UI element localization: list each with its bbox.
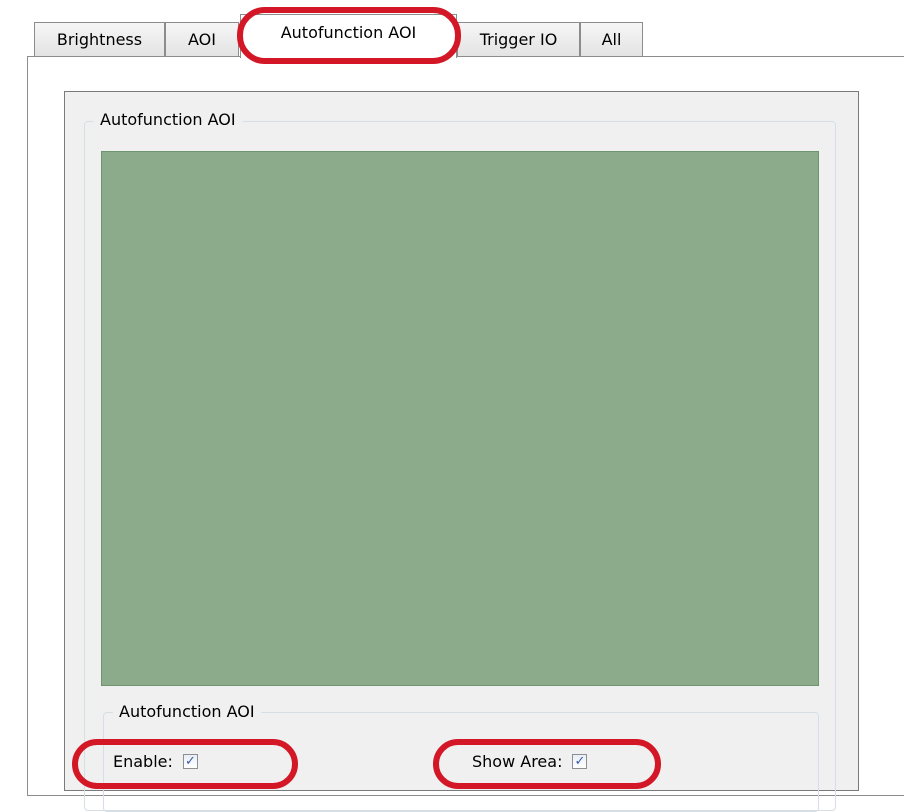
show-area-checkbox[interactable]: ✓ xyxy=(572,754,588,769)
settings-groupbox-title: Autofunction AOI xyxy=(113,702,261,722)
tab-label: Brightness xyxy=(56,30,143,49)
groupbox-title: Autofunction AOI xyxy=(94,110,242,130)
tab-label: Autofunction AOI xyxy=(280,23,417,42)
tab-autofunction-aoi[interactable]: Autofunction AOI xyxy=(240,14,457,58)
tab-aoi[interactable]: AOI xyxy=(165,22,239,56)
tab-all[interactable]: All xyxy=(580,22,643,56)
enable-field: Enable: ✓ xyxy=(113,752,198,771)
autofunction-settings-groupbox xyxy=(103,712,819,812)
show-area-field: Show Area: ✓ xyxy=(472,752,588,771)
enable-label: Enable: xyxy=(113,752,173,771)
aoi-preview-area[interactable] xyxy=(101,151,819,686)
show-area-label: Show Area: xyxy=(472,752,563,771)
tab-label: AOI xyxy=(188,30,216,49)
enable-checkbox[interactable]: ✓ xyxy=(182,754,198,769)
check-icon: ✓ xyxy=(184,754,196,769)
check-icon: ✓ xyxy=(574,754,586,769)
tab-label: Trigger IO xyxy=(479,30,558,49)
tab-label: All xyxy=(601,30,622,49)
tab-brightness[interactable]: Brightness xyxy=(34,22,165,56)
tab-bar: Brightness AOI Autofunction AOI Trigger … xyxy=(0,0,904,58)
tab-trigger-io[interactable]: Trigger IO xyxy=(457,22,580,56)
